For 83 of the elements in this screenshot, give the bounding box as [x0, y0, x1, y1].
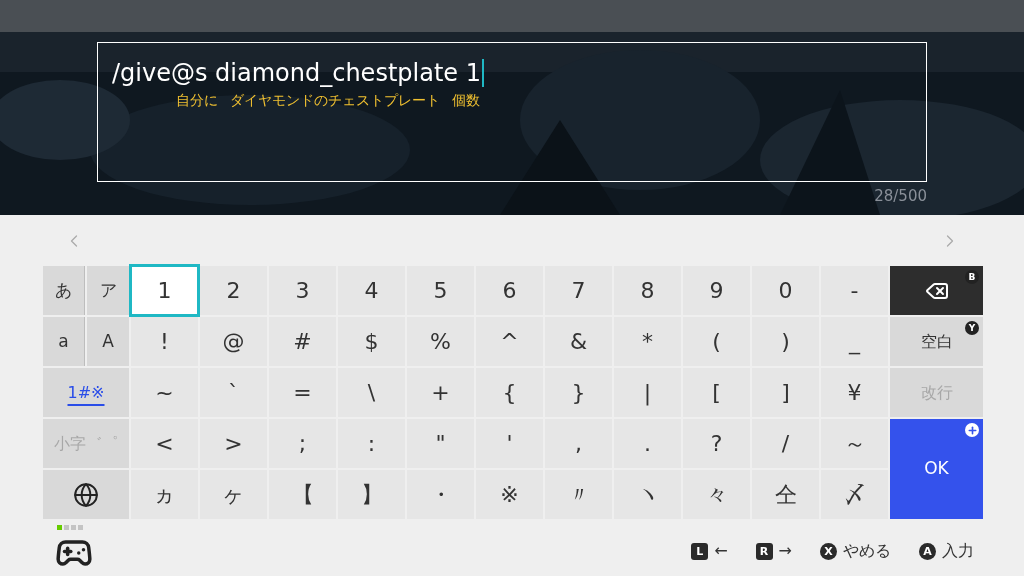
- controller-button-icon: R: [755, 542, 773, 560]
- key[interactable]: |: [614, 368, 681, 417]
- key[interactable]: _: [821, 317, 888, 366]
- key[interactable]: ～: [821, 419, 888, 468]
- key[interactable]: ^: [476, 317, 543, 366]
- key[interactable]: \: [338, 368, 405, 417]
- key[interactable]: ): [752, 317, 819, 366]
- hint-label: 入力: [942, 540, 974, 562]
- language-key[interactable]: [43, 470, 129, 519]
- key[interactable]: ※: [476, 470, 543, 519]
- backspace-key[interactable]: B: [890, 266, 983, 315]
- text-input-field[interactable]: /give@s diamond_chestplate 1 自分に ダイヤモンドのチェストプレート 個数: [97, 42, 927, 182]
- controller-button-icon: L: [691, 542, 709, 560]
- key[interactable]: ~: [131, 368, 198, 417]
- mode-key[interactable]: A: [87, 317, 129, 366]
- mode-key[interactable]: a: [43, 317, 85, 366]
- key[interactable]: 〃: [545, 470, 612, 519]
- key[interactable]: 1: [129, 264, 200, 317]
- key[interactable]: $: [338, 317, 405, 366]
- key[interactable]: (: [683, 317, 750, 366]
- key[interactable]: 2: [200, 266, 267, 315]
- argument-hint: 個数: [452, 91, 480, 110]
- key[interactable]: /: [752, 419, 819, 468]
- key[interactable]: #: [269, 317, 336, 366]
- key[interactable]: ・: [407, 470, 474, 519]
- key[interactable]: ]: [752, 368, 819, 417]
- mode-key[interactable]: 1#※: [43, 368, 129, 417]
- mode-key[interactable]: ア: [87, 266, 129, 315]
- space-key[interactable]: 空白 Y: [890, 317, 983, 366]
- key[interactable]: 【: [269, 470, 336, 519]
- key[interactable]: ヵ: [131, 470, 198, 519]
- key[interactable]: 0: [752, 266, 819, 315]
- key[interactable]: ": [407, 419, 474, 468]
- key[interactable]: 々: [683, 470, 750, 519]
- button-badge: B: [965, 270, 979, 284]
- key[interactable]: ;: [269, 419, 336, 468]
- argument-hint: ダイヤモンドのチェストプレート: [230, 91, 440, 110]
- mode-key[interactable]: あ: [43, 266, 85, 315]
- key[interactable]: 4: [338, 266, 405, 315]
- key[interactable]: 6: [476, 266, 543, 315]
- key[interactable]: }: [545, 368, 612, 417]
- key[interactable]: &: [545, 317, 612, 366]
- input-value: /give@s diamond_chestplate 1: [112, 58, 481, 89]
- key[interactable]: =: [269, 368, 336, 417]
- key[interactable]: ヽ: [614, 470, 681, 519]
- plus-icon: [965, 423, 979, 437]
- hint-label: →: [778, 540, 792, 562]
- key[interactable]: [: [683, 368, 750, 417]
- key[interactable]: 仝: [752, 470, 819, 519]
- ok-key[interactable]: OK: [890, 419, 983, 519]
- button-badge: Y: [965, 321, 979, 335]
- key[interactable]: `: [200, 368, 267, 417]
- key[interactable]: *: [614, 317, 681, 366]
- key[interactable]: ': [476, 419, 543, 468]
- key[interactable]: {: [476, 368, 543, 417]
- key[interactable]: 9: [683, 266, 750, 315]
- key[interactable]: ヶ: [200, 470, 267, 519]
- key[interactable]: %: [407, 317, 474, 366]
- hint-label: やめる: [843, 540, 891, 562]
- key[interactable]: ?: [683, 419, 750, 468]
- key[interactable]: :: [338, 419, 405, 468]
- key[interactable]: 〆: [821, 470, 888, 519]
- argument-hint: 自分に: [176, 91, 218, 110]
- key[interactable]: 7: [545, 266, 612, 315]
- hint-label: ←: [714, 540, 728, 562]
- controller-button-icon: X: [820, 542, 837, 560]
- key[interactable]: @: [200, 317, 267, 366]
- key[interactable]: ,: [545, 419, 612, 468]
- key[interactable]: +: [407, 368, 474, 417]
- key[interactable]: 3: [269, 266, 336, 315]
- key[interactable]: ¥: [821, 368, 888, 417]
- key[interactable]: 8: [614, 266, 681, 315]
- character-counter: 28/500: [874, 186, 927, 207]
- key[interactable]: >: [200, 419, 267, 468]
- key[interactable]: 】: [338, 470, 405, 519]
- key[interactable]: -: [821, 266, 888, 315]
- key[interactable]: !: [131, 317, 198, 366]
- key[interactable]: .: [614, 419, 681, 468]
- text-cursor: [482, 59, 484, 87]
- controller-button-icon: A: [919, 542, 936, 560]
- key[interactable]: <: [131, 419, 198, 468]
- globe-icon: [73, 481, 99, 508]
- key[interactable]: 5: [407, 266, 474, 315]
